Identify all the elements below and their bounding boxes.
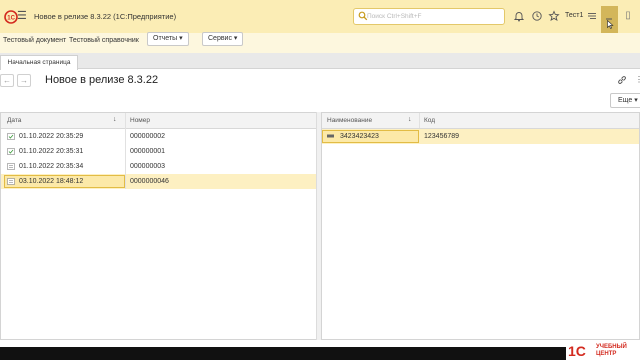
favorites-star-icon[interactable]	[548, 10, 560, 22]
table-header: Дата ↓ Номер	[1, 113, 316, 129]
more-actions-icon[interactable]: ⋮	[635, 75, 640, 85]
column-header-name[interactable]: Наименование	[327, 117, 372, 124]
cell-date: 01.10.2022 20:35:34	[19, 163, 84, 170]
menu-item-test-catalog[interactable]: Тестовый справочник	[69, 37, 139, 44]
document-posted-icon	[7, 148, 15, 155]
column-header-number[interactable]: Номер	[130, 117, 150, 124]
training-center-watermark: 1С УЧЕБНЫЙ ЦЕНТР	[566, 341, 640, 360]
menu-item-test-document[interactable]: Тестовый документ	[3, 37, 66, 44]
table-row-selected[interactable]: 03.10.2022 18:48:12 0000000046	[1, 174, 316, 189]
video-bottom-band	[0, 347, 640, 360]
catalog-item-icon	[327, 134, 334, 138]
tab-strip	[0, 53, 640, 69]
link-icon[interactable]	[617, 75, 627, 85]
cell-date: 01.10.2022 20:35:31	[19, 148, 84, 155]
watermark-text: УЧЕБНЫЙ ЦЕНТР	[596, 344, 627, 357]
search-input[interactable]: Поиск Ctrl+Shift+F	[353, 8, 505, 25]
cell-number: 000000001	[130, 148, 166, 155]
column-header-date[interactable]: Дата	[7, 117, 21, 124]
history-icon[interactable]	[531, 10, 543, 22]
column-separator	[125, 113, 126, 128]
catalog-table: Наименование ↓ Код 3423423423 123456789	[321, 112, 640, 340]
table-row[interactable]: 01.10.2022 20:35:29 000000002	[1, 129, 316, 144]
cell-code: 123456789	[424, 133, 460, 140]
user-name[interactable]: Тест1	[565, 12, 583, 19]
document-icon	[7, 163, 15, 170]
close-icon[interactable]: ▯	[620, 9, 636, 23]
table-row[interactable]: 01.10.2022 20:35:31 000000001	[1, 144, 316, 159]
svg-text:1С: 1С	[568, 343, 586, 359]
settings-menu-icon[interactable]	[586, 10, 598, 22]
cell-number: 0000000046	[130, 178, 169, 185]
reports-button[interactable]: Отчеты ▾	[147, 32, 189, 46]
cell-number: 000000003	[130, 163, 166, 170]
table-header: Наименование ↓ Код	[322, 113, 639, 129]
search-placeholder: Поиск Ctrl+Shift+F	[367, 13, 422, 20]
column-separator	[125, 128, 126, 189]
service-button[interactable]: Сервис ▾	[202, 32, 244, 46]
svg-text:1C: 1C	[7, 16, 15, 22]
document-posted-icon	[7, 133, 15, 140]
document-icon	[7, 178, 15, 185]
table-row[interactable]: 01.10.2022 20:35:34 000000003	[1, 159, 316, 174]
documents-table: Дата ↓ Номер 01.10.2022 20:35:29 0000000…	[0, 112, 317, 340]
column-header-code[interactable]: Код	[424, 117, 435, 124]
cell-number: 000000002	[130, 133, 166, 140]
sort-down-icon[interactable]: ↓	[113, 116, 117, 123]
mouse-cursor-icon	[607, 20, 614, 29]
forward-button[interactable]: →	[17, 74, 31, 87]
window-title: Новое в релизе 8.3.22 (1С:Предприятие)	[34, 12, 177, 21]
cell-name: 3423423423	[340, 133, 379, 140]
tab-home-page[interactable]: Начальная страница	[0, 55, 78, 70]
page-title: Новое в релизе 8.3.22	[45, 74, 159, 86]
column-separator	[419, 113, 420, 128]
back-button[interactable]: ←	[0, 74, 14, 87]
main-menu-icon[interactable]: ☰	[17, 10, 27, 22]
cell-date: 01.10.2022 20:35:29	[19, 133, 84, 140]
cell-date: 03.10.2022 18:48:12	[19, 178, 84, 185]
bell-icon[interactable]	[513, 10, 525, 22]
sort-down-icon[interactable]: ↓	[408, 116, 412, 123]
more-button[interactable]: Еще ▾	[610, 93, 640, 108]
table-row-selected[interactable]: 3423423423 123456789	[322, 129, 639, 144]
